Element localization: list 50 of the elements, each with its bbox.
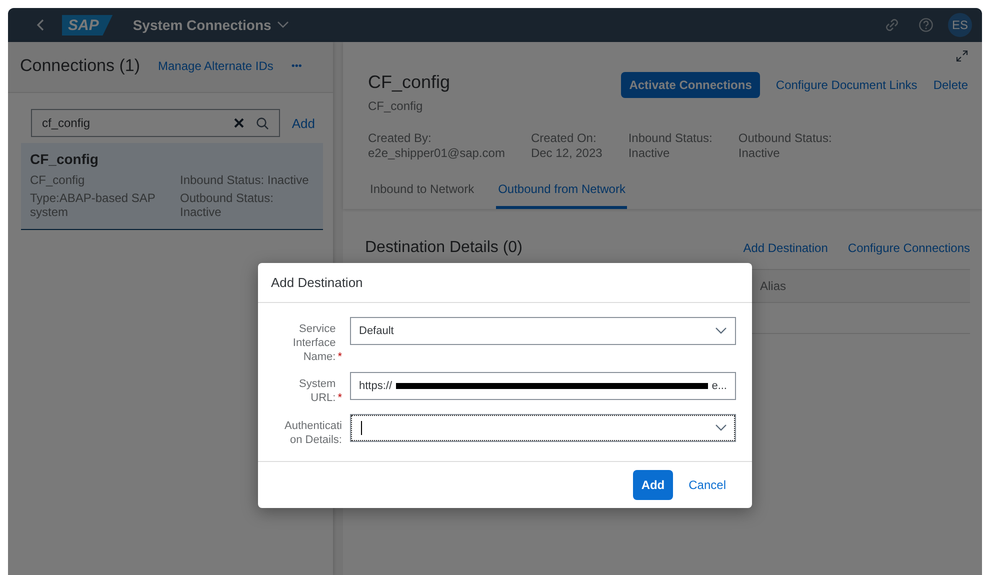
tab[interactable]: Outbound from Network (496, 178, 628, 209)
header-action-button[interactable]: Delete (933, 72, 968, 98)
attribute-value: e2e_shipper01@sap.com (368, 146, 505, 160)
activate-connections-button[interactable]: Activate Connections (621, 72, 760, 98)
add-button[interactable]: Add (292, 116, 315, 130)
object-title: CF_config (368, 72, 450, 93)
tab[interactable]: Inbound to Network (368, 178, 476, 209)
select-field[interactable] (350, 414, 736, 442)
select-field[interactable]: Default (350, 317, 736, 345)
connection-name: CF_config (30, 151, 100, 167)
chevron-down-icon (715, 327, 727, 335)
attribute-label: Outbound Status: (738, 131, 832, 145)
outbound-status: Outbound Status: Inactive (180, 191, 274, 219)
header-action-button[interactable]: Configure Document Links (776, 72, 918, 98)
more-button[interactable]: ••• (291, 60, 302, 72)
column-header: Alias (760, 279, 788, 293)
field-label: Authentication Details: (284, 418, 342, 448)
cancel-button[interactable]: Cancel (682, 477, 732, 494)
attribute-value: Dec 12, 2023 (530, 146, 602, 160)
app-title-menu[interactable]: System Connections (126, 16, 296, 34)
section-action-button[interactable]: Add Destination (743, 235, 828, 261)
expand-icon[interactable] (956, 50, 968, 62)
url-input-field[interactable]: https:// e... (350, 372, 736, 400)
connection-id: CF_config (30, 173, 86, 187)
search-icon[interactable] (256, 116, 269, 130)
required-mark: * (338, 392, 342, 404)
panel-title: Connections (1) (20, 56, 140, 76)
search-field[interactable]: cf_config (31, 109, 280, 137)
attribute-label: Inbound Status: (628, 131, 712, 145)
sap-logo[interactable]: SAP (62, 14, 113, 36)
add-button[interactable]: Add (633, 470, 673, 500)
user-avatar[interactable]: ES (948, 13, 972, 37)
connection-type: Type:ABAP-based SAP system (30, 191, 156, 219)
attribute-label: Created On: (530, 131, 598, 145)
manage-alternate-ids-link[interactable]: Manage Alternate IDs (158, 59, 274, 73)
required-mark: * (338, 350, 342, 362)
dialog-title: Add Destination (258, 263, 752, 303)
section-action-button[interactable]: Configure Connections (848, 235, 970, 261)
field-label: Service Interface Name: * (292, 322, 342, 364)
connection-list-item[interactable]: CF_config CF_config Inbound Status: Inactive Type:ABAP-based SAP system Outbound Status: Inactive (21, 143, 323, 230)
clear-icon[interactable] (234, 118, 244, 128)
attribute-label: Created By: (368, 131, 432, 145)
attribute-value: Inactive (628, 146, 671, 160)
field-label: System URL: * (298, 377, 342, 406)
object-subtitle: CF_config (368, 99, 424, 113)
chevron-down-icon (277, 21, 290, 29)
inbound-status: Inbound Status: Inactive (180, 173, 310, 187)
section-title: Destination Details (0) (365, 239, 522, 257)
attribute-value: Inactive (738, 146, 781, 160)
chevron-down-icon (715, 424, 727, 432)
